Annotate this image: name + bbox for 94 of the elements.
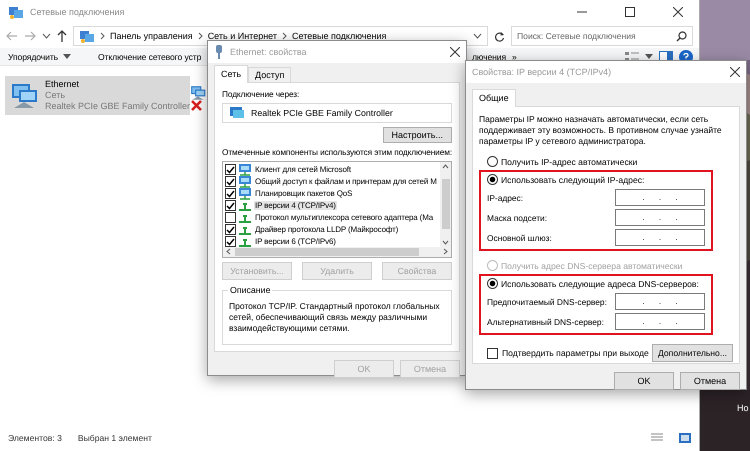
tiles-view-icon[interactable] [679, 433, 691, 443]
checkbox[interactable] [225, 224, 236, 236]
connection-name: Ethernet [45, 79, 80, 90]
connection-status: Сеть [45, 90, 66, 101]
desktop-icon-label[interactable]: Но [737, 403, 749, 413]
radio-label: Получить адрес DNS-сервера автоматически [501, 260, 682, 270]
list-item[interactable]: Клиент для сетей Microsoft [254, 165, 352, 174]
list-item[interactable]: IP версии 6 (TCP/IPv6) [254, 237, 337, 246]
breadcrumb-item[interactable]: Панель управления [110, 31, 193, 41]
radio-button[interactable] [487, 156, 498, 167]
field-label: Подключение через: [222, 89, 300, 99]
checkbox[interactable] [225, 200, 236, 212]
toolbar-button[interactable]: лючения [472, 52, 506, 62]
tab[interactable]: Сеть [214, 65, 248, 83]
checkbox-label: Подтвердить параметры при выходе [502, 348, 649, 358]
radio-label: Использовать следующий IP-адрес: [501, 174, 644, 184]
search-field[interactable]: Поиск: Сетевые подключения [517, 31, 672, 41]
cross-mark-icon [191, 100, 202, 111]
radio-label: Использовать следующие адреса DNS-серверов: [501, 278, 699, 288]
adapter-name: Realtek PCIe GBE Family Controller [251, 108, 393, 118]
radio-button[interactable] [487, 174, 498, 185]
close-icon[interactable] [450, 47, 460, 57]
description-text: Протокол TCP/IP. Стандартный протокол глобальных сетей, обеспечивающий связь между различными взаимодействующими сетями. [229, 300, 441, 334]
details-view-icon[interactable] [651, 433, 663, 443]
breadcrumb-item[interactable]: Сетевые подключения [292, 31, 386, 41]
scroll-up-icon[interactable] [442, 164, 449, 169]
ip-address-field[interactable]: . . . [615, 209, 705, 226]
tab[interactable]: Доступ [248, 67, 292, 82]
chevron-icon [198, 32, 203, 40]
field-label: Альтернативный DNS-сервер: [487, 316, 604, 326]
caret-icon [63, 54, 72, 59]
radio-button[interactable] [487, 278, 498, 289]
ip-address-field[interactable]: . . . [615, 293, 705, 310]
list-item[interactable]: Общий доступ к файлам и принтерам для сетей M [254, 177, 438, 186]
dropdown-icon[interactable] [42, 33, 51, 39]
connection-device: Realtek PCIe GBE Family Controller [45, 101, 190, 112]
field-label: Предпочитаемый DNS-сервер: [487, 296, 607, 306]
window-title: Свойства: IP версии 4 (TCP/IPv4) [472, 67, 612, 77]
intro-text: Параметры IP можно назначать автоматически, если сеть поддерживает эту возможность. В противном случае узнайте параметры IP у сетевого администратора. [479, 114, 723, 147]
dialog-button[interactable]: OK [614, 372, 674, 390]
checkbox[interactable] [225, 236, 236, 247]
network-adapter-icon [229, 106, 245, 120]
menu-button[interactable]: Упорядочить [8, 52, 72, 62]
monitor-icon [238, 176, 252, 188]
window-title: Сетевые подключения [30, 7, 126, 17]
status-text: Элементов: 3 [8, 433, 62, 443]
chevron-icon [282, 32, 288, 40]
field-label: IP-адрес: [487, 192, 524, 202]
configure-button[interactable]: Настроить... [382, 126, 452, 143]
list-item[interactable]: Протокол мультиплексора сетевого адаптера (Ма [254, 213, 434, 222]
checkbox[interactable] [225, 212, 236, 224]
monitor-icon [238, 164, 252, 176]
scrollbar[interactable] [440, 162, 451, 247]
view-options-icon[interactable] [625, 50, 639, 62]
list-item[interactable]: Планировщик пакетов QoS [254, 189, 354, 198]
breadcrumb-item[interactable]: Сеть и Интернет [208, 31, 278, 41]
network-folder-icon [79, 28, 95, 44]
status-text: Выбран 1 элемент [78, 433, 152, 443]
ip-address-field[interactable]: . . . [615, 313, 705, 330]
field-label: Основной шлюз: [487, 232, 552, 242]
list-label: Отмеченные компоненты используются этим подключением: [222, 146, 452, 157]
search-box[interactable]: Поиск: Сетевые подключения [511, 26, 693, 46]
checkbox[interactable] [487, 348, 498, 358]
group-title: Описание [228, 284, 272, 295]
ip-address-field[interactable]: . . . [615, 229, 705, 246]
ip-address-field[interactable]: . . . [615, 189, 705, 206]
scroll-right-icon[interactable] [443, 248, 448, 256]
network-folder-icon [8, 4, 24, 20]
monitor-icon [238, 188, 252, 200]
list-item[interactable]: Драйвер протокола LLDP (Майкрософт) [254, 225, 400, 234]
search-icon [676, 30, 687, 42]
chevron-icon [100, 32, 105, 40]
checkbox[interactable] [225, 188, 236, 200]
checkbox[interactable] [225, 176, 236, 188]
scroll-left-icon[interactable] [226, 248, 231, 256]
checkbox[interactable] [225, 164, 236, 176]
radio-label: Получить IP-адрес автоматически [501, 156, 638, 166]
toolbar-button[interactable]: Отключение сетевого устр [98, 52, 202, 62]
dialog-button[interactable]: Отмена [680, 372, 740, 390]
refresh-icon[interactable] [494, 30, 505, 42]
advanced-button[interactable]: Дополнительно... [652, 344, 733, 362]
close-icon[interactable] [730, 67, 740, 77]
component-list[interactable] [222, 160, 452, 258]
plug-icon [214, 45, 224, 59]
field-label: Маска подсети: [487, 212, 548, 222]
scroll-down-icon[interactable] [442, 240, 449, 245]
connection-item[interactable]: Ethernet Сеть Realtek PCIe GBE Family Controller [5, 76, 190, 115]
dropdown-icon[interactable] [473, 33, 482, 39]
window-title: Ethernet: свойства [230, 47, 308, 57]
tab[interactable]: Общие [472, 89, 516, 107]
list-item[interactable]: IP версии 4 (TCP/IPv4) [254, 201, 337, 210]
up-arrow-icon[interactable] [57, 30, 67, 42]
scrollbar[interactable] [223, 246, 451, 257]
more-button[interactable]: » [512, 52, 517, 62]
